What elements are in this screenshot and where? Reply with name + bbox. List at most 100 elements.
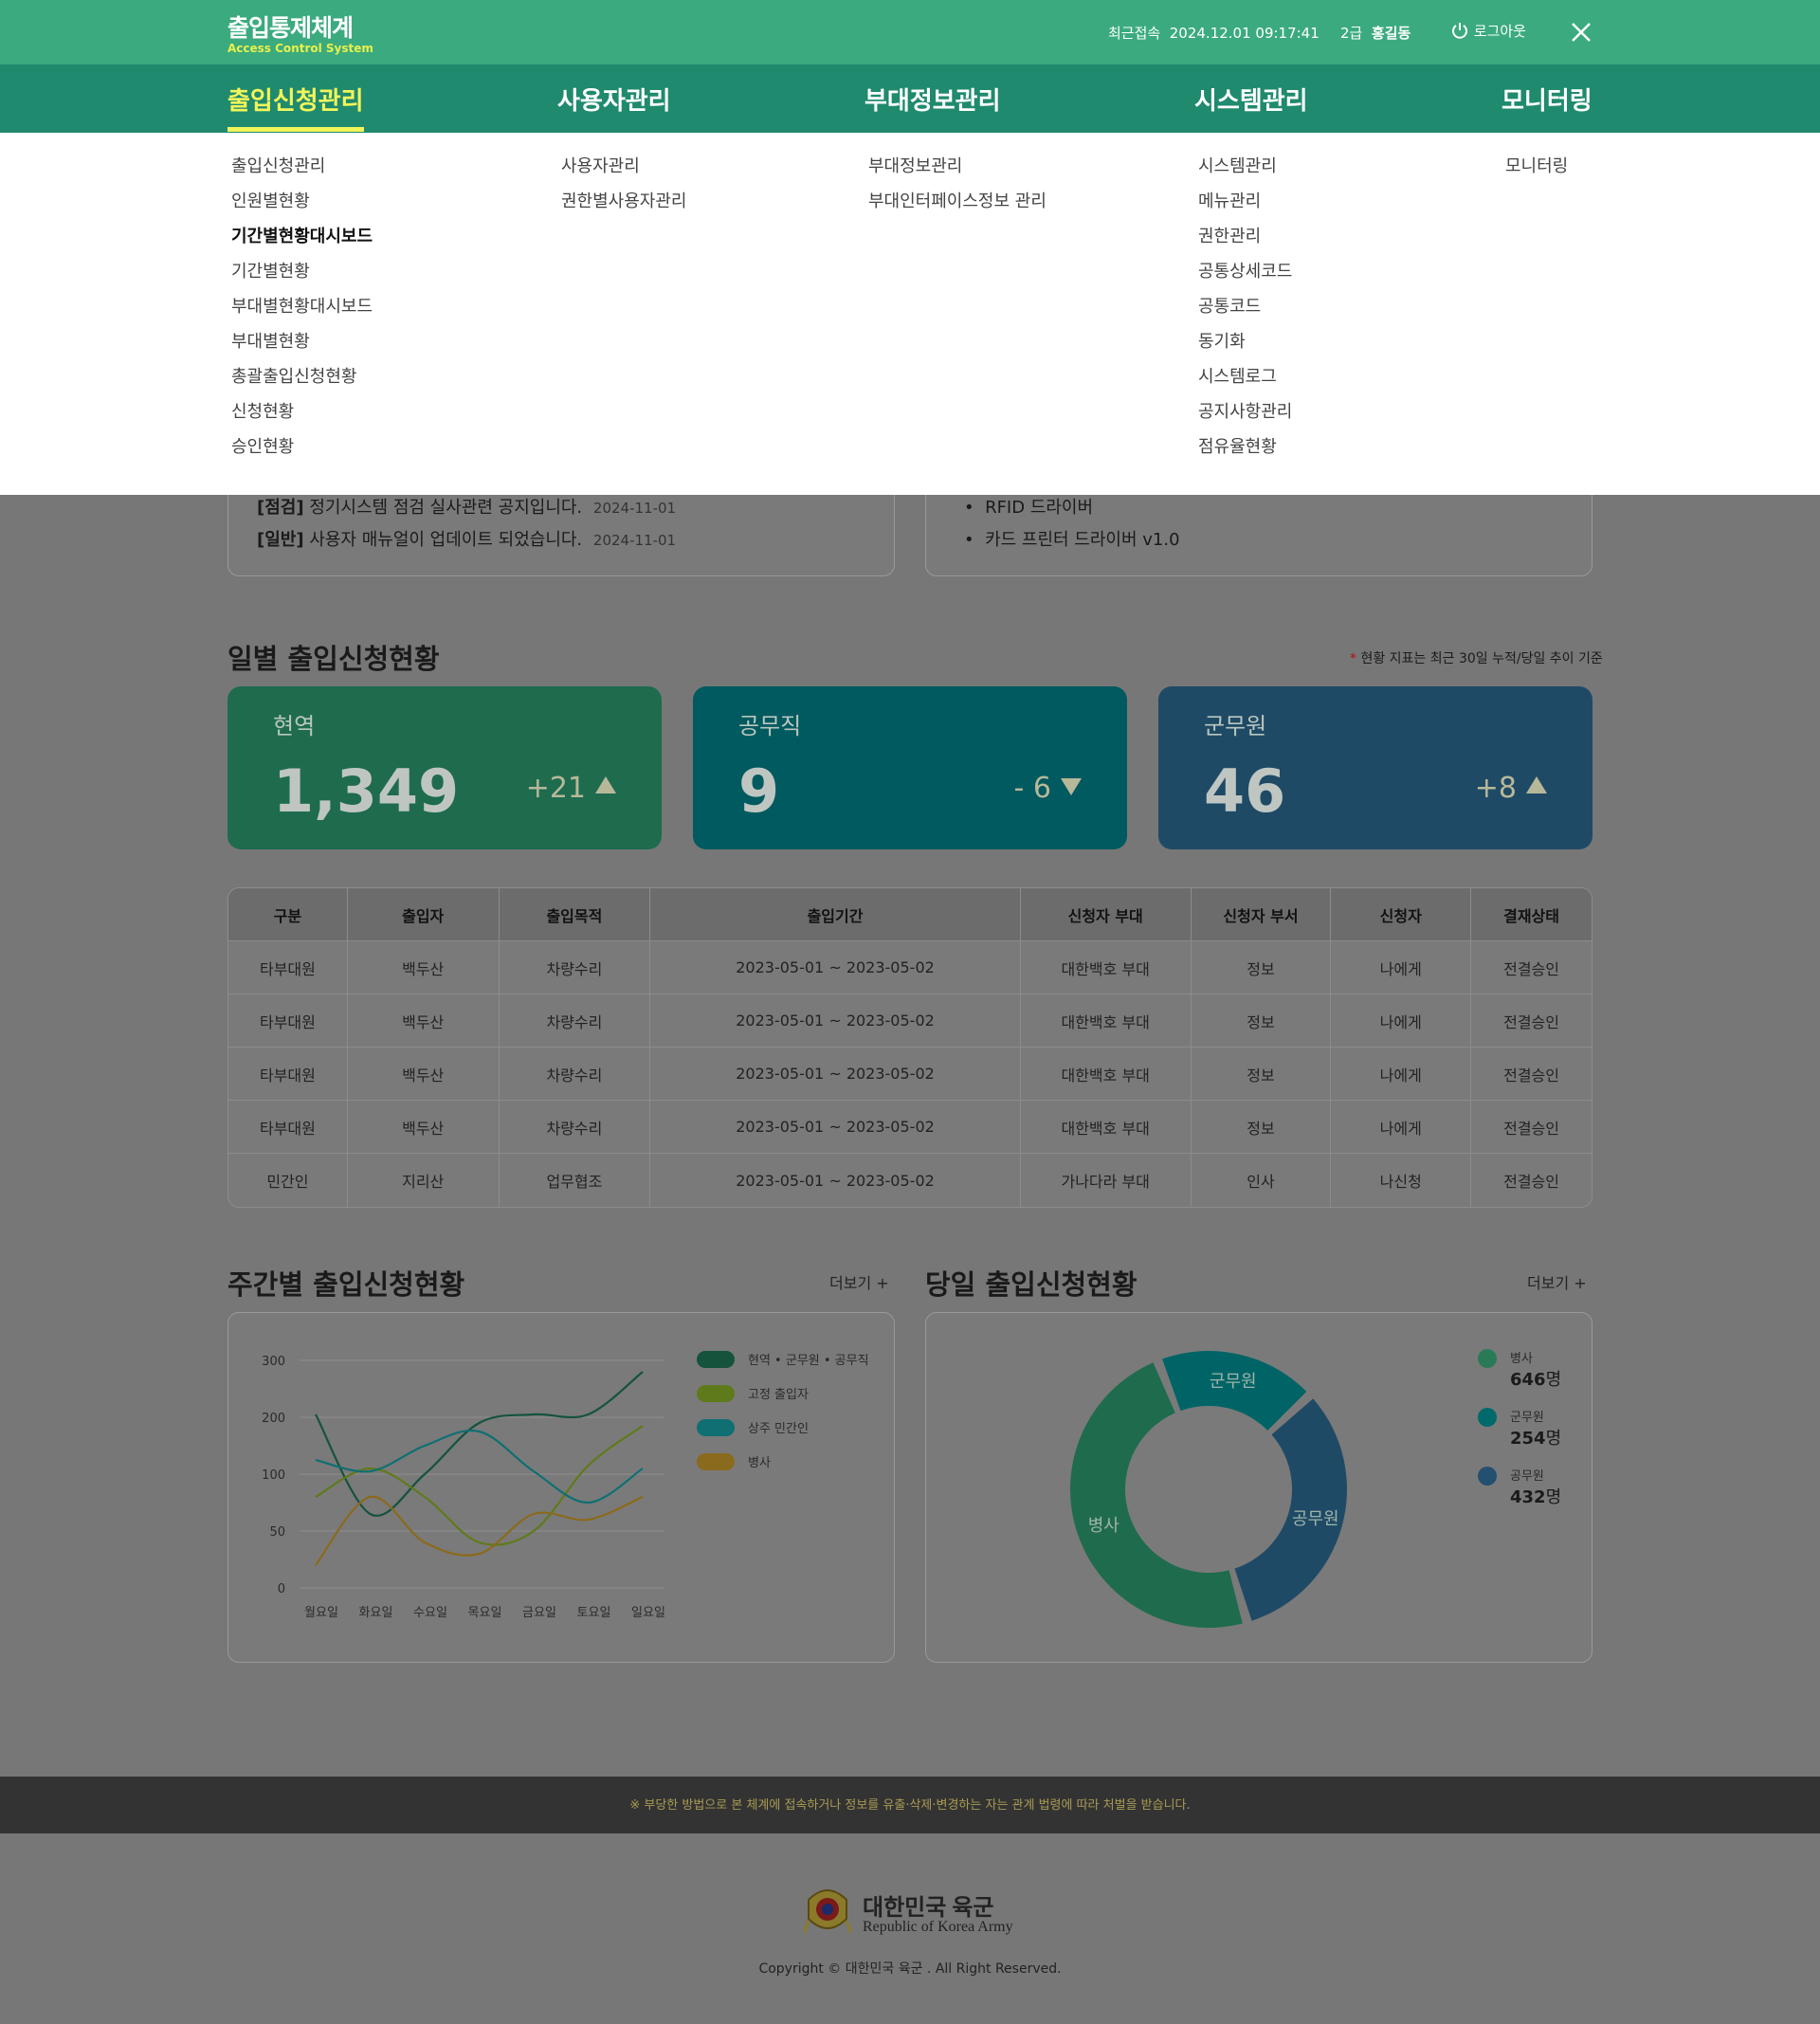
download-label: RFID 드라이버 <box>985 498 1094 518</box>
army-emblem-icon <box>804 1889 851 1934</box>
notice-tag: [일반] <box>257 530 304 550</box>
notice-text: 사용자 매뉴얼이 업데이트 되었습니다. <box>309 530 583 550</box>
y-tick-label: 100 <box>262 1468 285 1483</box>
last-login-label: 최근접속 <box>1108 25 1161 42</box>
table-cell: 대한백호 부대 <box>1020 941 1192 994</box>
today-more-link[interactable]: 더보기 + <box>1527 1270 1587 1293</box>
table-cell: 지리산 <box>348 1154 500 1207</box>
menu-item[interactable]: 부대인터페이스정보 관리 <box>868 184 1046 219</box>
stat-card-active[interactable]: 현역 1,349 +21 <box>228 686 662 849</box>
close-icon[interactable] <box>1571 22 1592 43</box>
col-header: 신청자 부대 <box>1020 888 1192 941</box>
menu-item[interactable]: 동기화 <box>1198 324 1292 359</box>
table-cell: 타부대원 <box>228 941 348 994</box>
table-row[interactable]: 민간인 지리산 업무협조 2023-05-01 ~ 2023-05-02 가나다라 부대… <box>228 1154 1592 1207</box>
note-text: 현황 지표는 최근 30일 누적/당일 추이 기준 <box>1360 651 1603 666</box>
menu-item[interactable]: 부대정보관리 <box>868 149 1046 184</box>
series-line <box>315 1429 644 1504</box>
menu-item[interactable]: 총괄출입신청현황 <box>231 359 373 394</box>
delta-value: - 6 <box>1013 772 1051 805</box>
series-line <box>315 1371 644 1517</box>
menu-item[interactable]: 권한관리 <box>1198 219 1292 254</box>
card-label: 공무직 <box>738 713 802 739</box>
notice-date: 2024-11-01 <box>592 500 677 517</box>
org-name-korean: 대한민국 육군 <box>863 1896 994 1921</box>
top-bar: 출입통제체계 Access Control System 최근접속 2024.1… <box>0 0 1820 64</box>
table-cell: 타부대원 <box>228 994 348 1048</box>
menu-item[interactable]: 공지사항관리 <box>1198 394 1292 429</box>
delta-value: +8 <box>1474 772 1517 805</box>
table-cell: 전결승인 <box>1471 941 1592 994</box>
request-table: 구분 출입자 출입목적 출입기간 신청자 부대 신청자 부서 신청자 결재상태 … <box>228 887 1592 1208</box>
table-cell: 전결승인 <box>1503 1173 1559 1191</box>
notice-item[interactable]: [점검] 정기시스템 점검 실사관련 공지입니다. 2024-11-01 <box>257 494 676 519</box>
table-row[interactable]: 타부대원 백두산 차량수리 2023-05-01 ~ 2023-05-02 대한백호 부… <box>228 994 1592 1048</box>
org-name-english: Republic of Korea Army <box>863 1919 1013 1935</box>
table-cell: 나에게 <box>1331 994 1472 1048</box>
stat-card-public[interactable]: 공무직 9 - 6 <box>693 686 1127 849</box>
arrow-up-icon <box>1526 776 1547 793</box>
gnb-user-management[interactable]: 사용자관리 <box>557 82 671 117</box>
menu-item[interactable]: 공통상세코드 <box>1198 254 1292 289</box>
table-cell: 백두산 <box>347 994 500 1048</box>
gnb-unit-info[interactable]: 부대정보관리 <box>864 82 1001 117</box>
table-row[interactable]: 타부대원 백두산 차량수리 2023-05-01 ~ 2023-05-02 대한백호 부… <box>228 1048 1592 1101</box>
menu-col-access: 출입신청관리 인원별현황 기간별현황대시보드 기간별현황 부대별현황대시보드 부… <box>231 149 373 465</box>
menu-item[interactable]: 시스템관리 <box>1198 149 1292 184</box>
table-cell: 전결승인 <box>1471 1101 1592 1154</box>
table-cell: 2023-05-01 ~ 2023-05-02 <box>650 1101 1021 1154</box>
x-tick-label: 수요일 <box>413 1606 447 1620</box>
table-cell: 가나다라 부대 <box>1021 1154 1192 1207</box>
series-line <box>315 1425 644 1546</box>
stat-card-civilian[interactable]: 군무원 46 +8 <box>1158 686 1592 849</box>
app-title[interactable]: 출입통제체계 <box>228 9 354 44</box>
menu-col-unit: 부대정보관리 부대인터페이스정보 관리 <box>868 149 1046 219</box>
menu-item[interactable]: 권한별사용자관리 <box>561 184 686 219</box>
menu-item[interactable]: 공통코드 <box>1198 289 1292 324</box>
table-row[interactable]: 타부대원 백두산 차량수리 2023-05-01 ~ 2023-05-02 대한백호 부… <box>228 1101 1592 1154</box>
table-cell: 정보 <box>1191 1101 1332 1154</box>
gnb-monitoring[interactable]: 모니터링 <box>1502 82 1592 117</box>
download-item[interactable]: • 카드 프린터 드라이버 v1.0 <box>964 526 1180 551</box>
legend-dot <box>1478 1408 1497 1427</box>
notice-item[interactable]: [일반] 사용자 매뉴얼이 업데이트 되었습니다. 2024-11-01 <box>257 526 676 551</box>
table-cell: 나신청 <box>1331 1154 1472 1207</box>
table-cell: 나에게 <box>1331 941 1472 994</box>
download-label: 카드 프린터 드라이버 v1.0 <box>985 530 1180 550</box>
menu-item[interactable]: 승인현황 <box>231 429 373 465</box>
legend-label: 공무원 <box>1510 1469 1544 1484</box>
menu-item[interactable]: 출입신청관리 <box>231 149 373 184</box>
menu-item[interactable]: 기간별현황 <box>231 254 373 289</box>
table-cell: 대한백호 부대 <box>1020 994 1192 1048</box>
card-value: 9 <box>738 757 780 826</box>
col-header: 출입자 <box>347 888 500 941</box>
logout-button[interactable]: 로그아웃 <box>1450 21 1526 41</box>
copyright: Copyright © 대한민국 육군 . All Right Reserved… <box>758 1961 1062 1977</box>
last-login-value: 2024.12.01 09:17:41 <box>1169 25 1320 42</box>
y-tick-label: 50 <box>269 1525 285 1540</box>
menu-item[interactable]: 인원별현황 <box>231 184 373 219</box>
menu-item[interactable]: 부대별현황대시보드 <box>231 289 373 324</box>
download-item[interactable]: • RFID 드라이버 <box>964 494 1093 519</box>
table-cell: 2023-05-01 ~ 2023-05-02 <box>650 994 1021 1048</box>
menu-item[interactable]: 사용자관리 <box>561 149 686 184</box>
menu-item[interactable]: 시스템로그 <box>1198 359 1292 394</box>
card-delta: - 6 <box>1014 772 1082 805</box>
menu-item[interactable]: 점유율현황 <box>1198 429 1292 465</box>
gnb-access-request[interactable]: 출입신청관리 <box>228 82 364 117</box>
menu-item[interactable]: 부대별현황 <box>231 324 373 359</box>
x-tick-label: 목요일 <box>468 1606 502 1620</box>
menu-item[interactable]: 신청현황 <box>231 394 373 429</box>
legend-value: 646명 <box>1510 1370 1561 1390</box>
weekly-more-link[interactable]: 더보기 + <box>829 1270 889 1293</box>
user-info: 2급 홍길동 <box>1340 23 1410 43</box>
global-nav: 출입신청관리 사용자관리 부대정보관리 시스템관리 모니터링 <box>0 64 1820 133</box>
gnb-system[interactable]: 시스템관리 <box>1194 82 1308 117</box>
notice-date: 2024-11-01 <box>592 532 677 549</box>
menu-item[interactable]: 모니터링 <box>1505 149 1568 184</box>
menu-item[interactable]: 메뉴관리 <box>1198 184 1292 219</box>
card-value: 1,349 <box>273 757 460 826</box>
daily-note: * 현황 지표는 최근 30일 누적/당일 추이 기준 <box>1350 648 1603 667</box>
menu-item-current[interactable]: 기간별현황대시보드 <box>231 219 373 254</box>
table-row[interactable]: 타부대원 백두산 차량수리 2023-05-01 ~ 2023-05-02 대한백호 부… <box>228 941 1592 994</box>
